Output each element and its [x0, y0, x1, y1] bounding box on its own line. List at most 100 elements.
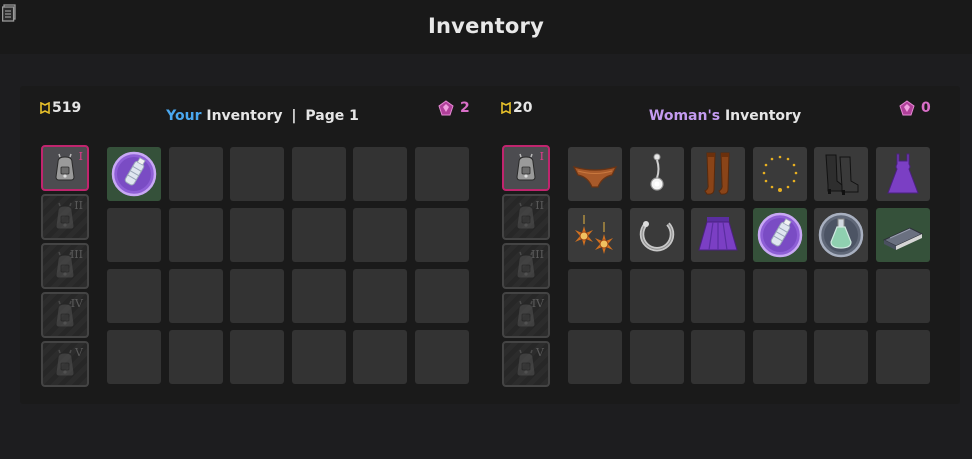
bag-numeral: IV — [531, 297, 544, 310]
top-bar: Inventory — [0, 0, 972, 54]
page-title: Inventory — [428, 14, 544, 38]
right-inventory-slot[interactable] — [568, 147, 622, 201]
right-inventory-slot[interactable] — [814, 330, 869, 384]
right-inventory-slot[interactable] — [814, 269, 869, 323]
bag-numeral: III — [530, 248, 544, 261]
right-inventory-title: Woman's Inventory — [620, 108, 830, 124]
right-bag-tab-5[interactable]: V — [502, 341, 550, 387]
bag-numeral: V — [75, 346, 83, 359]
left-inventory-slot[interactable] — [353, 330, 408, 384]
right-gem-counter: 0 — [899, 100, 931, 116]
left-inventory-slot[interactable] — [107, 330, 161, 384]
left-owner-label: Your — [166, 108, 202, 124]
right-inventory-slot[interactable] — [568, 269, 622, 323]
left-gem-counter: 2 — [438, 100, 470, 116]
left-coin-counter: 519 — [40, 100, 81, 116]
gold-bead-necklace-icon — [762, 155, 798, 192]
backpack-icon — [55, 153, 75, 181]
left-inventory-slot[interactable] — [107, 147, 161, 201]
bag-numeral: I — [78, 150, 83, 163]
water-bottle-orb-icon — [111, 151, 157, 197]
book-icon — [882, 227, 924, 250]
gem-icon — [438, 100, 454, 116]
gem-icon — [899, 100, 915, 116]
left-bag-tab-1[interactable]: I — [41, 145, 89, 191]
right-inventory-slot[interactable] — [752, 269, 807, 323]
left-inventory-slot[interactable] — [107, 208, 161, 262]
right-bag-tab-1[interactable]: I — [502, 145, 550, 191]
right-coin-counter: 20 — [501, 100, 532, 116]
right-inventory-slot[interactable] — [752, 208, 807, 262]
left-inventory-slot[interactable] — [230, 147, 285, 201]
right-inventory-slot[interactable] — [876, 208, 930, 262]
right-inventory-slot[interactable] — [568, 208, 622, 262]
left-page-label: Page 1 — [305, 108, 359, 124]
right-inventory-slot[interactable] — [876, 147, 930, 201]
water-bottle-orb-icon — [757, 212, 803, 258]
left-coin-value: 519 — [52, 100, 82, 116]
backpack-icon — [516, 153, 536, 181]
left-inventory-slot[interactable] — [291, 208, 346, 262]
right-bag-tab-3[interactable]: III — [502, 243, 550, 289]
left-inventory-slot[interactable] — [415, 330, 469, 384]
right-coin-value: 20 — [513, 100, 533, 116]
right-inventory-slot[interactable] — [691, 330, 746, 384]
left-inventory-slot[interactable] — [230, 330, 285, 384]
bag-numeral: II — [74, 199, 83, 212]
sun-earrings-icon — [575, 215, 613, 254]
left-inventory-slot[interactable] — [353, 208, 408, 262]
left-inventory-slot[interactable] — [168, 269, 223, 323]
right-inventory-slot[interactable] — [691, 147, 746, 201]
right-owner-label: Woman's — [648, 108, 721, 124]
right-inventory-slot[interactable] — [568, 330, 622, 384]
left-inventory-slot[interactable] — [415, 208, 469, 262]
right-inventory-slot[interactable] — [752, 147, 807, 201]
left-inventory-slot[interactable] — [107, 269, 161, 323]
right-bag-tab-4[interactable]: IV — [502, 292, 550, 338]
left-inventory-slot[interactable] — [168, 208, 223, 262]
right-gem-value: 0 — [921, 100, 931, 116]
right-inventory-slot[interactable] — [629, 330, 684, 384]
right-inventory-slot[interactable] — [752, 330, 807, 384]
right-title-text: Inventory — [720, 108, 802, 124]
left-inventory-slot[interactable] — [291, 147, 346, 201]
belly-piercing-icon — [649, 153, 664, 191]
coin-icon — [40, 102, 50, 114]
right-bag-tab-2[interactable]: II — [502, 194, 550, 240]
coin-icon — [501, 102, 511, 114]
left-inventory-title: Your Inventory | Page 1 — [160, 108, 365, 124]
bag-numeral: II — [535, 199, 544, 212]
left-bag-tab-5[interactable]: V — [41, 341, 89, 387]
right-inventory-slot[interactable] — [814, 147, 869, 201]
potion-orb-icon — [819, 212, 864, 258]
left-inventory-slot[interactable] — [353, 269, 408, 323]
left-inventory-slot[interactable] — [168, 147, 223, 201]
right-inventory-slot[interactable] — [876, 330, 930, 384]
left-bag-tab-2[interactable]: II — [41, 194, 89, 240]
bag-numeral: I — [539, 150, 544, 163]
right-inventory-slot[interactable] — [691, 208, 746, 262]
left-inventory-slot[interactable] — [230, 269, 285, 323]
right-inventory-slot[interactable] — [629, 208, 684, 262]
left-inventory-slot[interactable] — [415, 269, 469, 323]
purple-dress-icon — [887, 153, 919, 194]
bag-numeral: IV — [70, 297, 83, 310]
left-inventory-slot[interactable] — [291, 330, 346, 384]
brown-panties-icon — [572, 166, 618, 188]
right-inventory-slot[interactable] — [876, 269, 930, 323]
right-inventory-slot[interactable] — [691, 269, 746, 323]
right-inventory-slot[interactable] — [814, 208, 869, 262]
silver-ring-icon — [639, 221, 674, 252]
left-inventory-slot[interactable] — [415, 147, 469, 201]
right-inventory-slot[interactable] — [629, 269, 684, 323]
left-bag-tab-4[interactable]: IV — [41, 292, 89, 338]
left-inventory-slot[interactable] — [168, 330, 223, 384]
left-inventory-slot[interactable] — [291, 269, 346, 323]
brown-stockings-icon — [704, 152, 730, 195]
left-title-separator: | — [291, 108, 297, 124]
left-inventory-slot[interactable] — [230, 208, 285, 262]
left-bag-tab-3[interactable]: III — [41, 243, 89, 289]
right-inventory-slot[interactable] — [629, 147, 684, 201]
left-inventory-slot[interactable] — [353, 147, 408, 201]
left-title-text: Inventory — [201, 108, 283, 124]
